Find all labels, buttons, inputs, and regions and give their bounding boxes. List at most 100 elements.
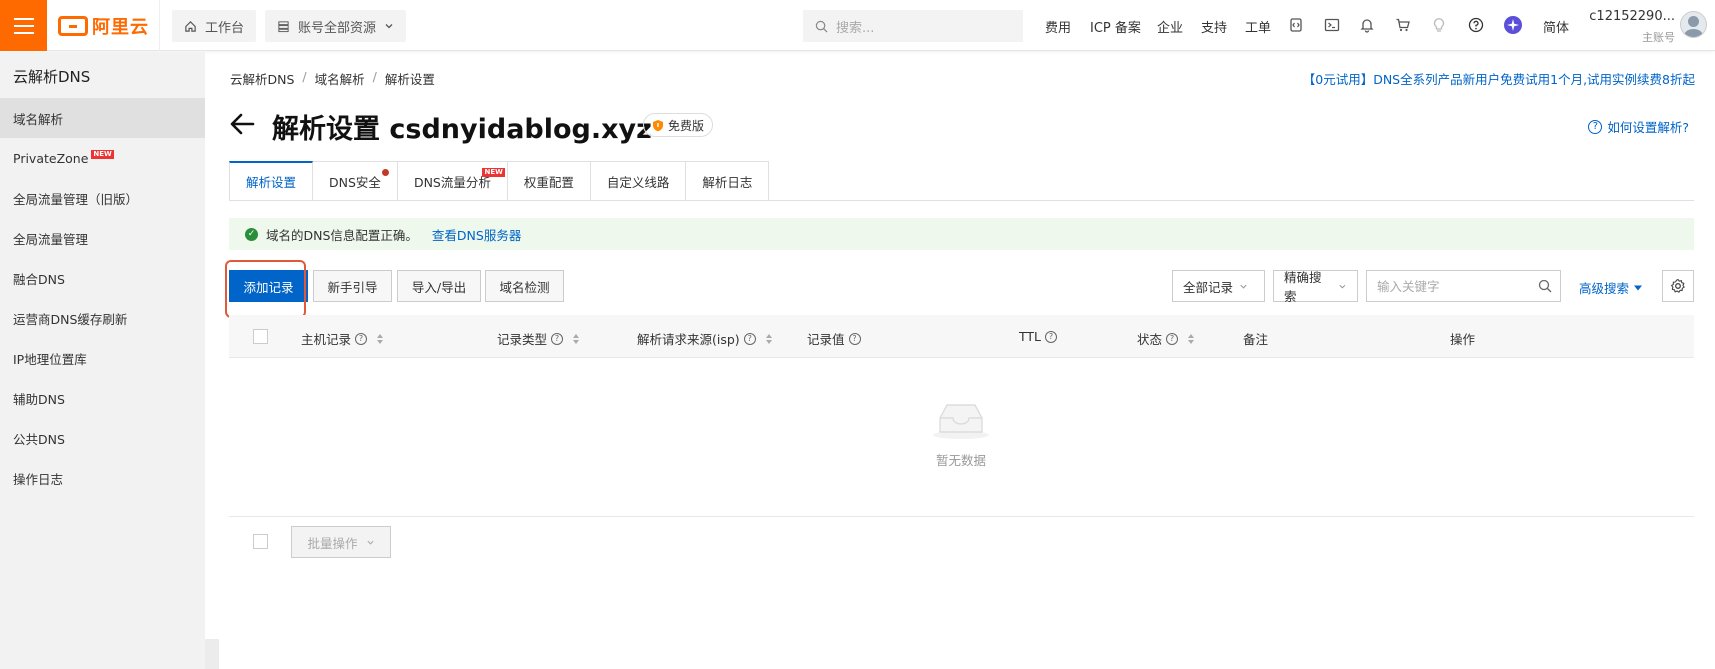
select-all-checkbox-footer[interactable] (253, 534, 268, 549)
keyword-input[interactable] (1367, 271, 1527, 301)
column-record-value: 记录值? (807, 329, 861, 348)
sidebar-item-domain-resolution[interactable]: 域名解析 (0, 98, 205, 138)
column-host-record[interactable]: 主机记录? (301, 329, 384, 348)
breadcrumb-item-current: 解析设置 (384, 72, 435, 87)
sort-icon[interactable] (765, 333, 772, 344)
add-record-button[interactable]: 添加记录 (229, 270, 308, 302)
divider (159, 0, 160, 51)
beginner-guide-button[interactable]: 新手引导 (313, 270, 392, 302)
sort-icon[interactable] (573, 333, 580, 344)
help-icon[interactable] (1466, 15, 1486, 35)
column-remark: 备注 (1243, 332, 1269, 347)
global-search-input[interactable]: 搜索... (803, 10, 1023, 42)
advanced-search-toggle[interactable]: 高级搜索 (1579, 278, 1643, 297)
batch-operation-button[interactable]: 批量操作 (291, 526, 391, 558)
lightbulb-icon[interactable] (1429, 15, 1449, 35)
breadcrumb-item-domain[interactable]: 域名解析 (315, 69, 365, 88)
search-mode-select[interactable]: 精确搜索 (1273, 270, 1358, 304)
tab-dns-traffic-analysis[interactable]: DNS流量分析 NEW (397, 161, 508, 201)
sidebar-item-fusion-dns[interactable]: 融合DNS (0, 258, 205, 298)
help-icon: ? (1045, 330, 1058, 343)
chevron-down-icon (1339, 284, 1346, 289)
user-role: 主账号 (1642, 31, 1675, 44)
code-icon[interactable] (1286, 15, 1306, 35)
chevron-down-icon (1240, 284, 1247, 289)
empty-text: 暂无数据 (935, 453, 986, 468)
new-badge: NEW (482, 168, 505, 177)
column-status[interactable]: 状态? (1137, 329, 1195, 348)
keyword-search-field (1366, 270, 1561, 302)
language-switch[interactable]: 简体 (1543, 17, 1569, 36)
view-dns-servers-link[interactable]: 查看DNS服务器 (432, 225, 521, 244)
sidebar: 云解析DNS 域名解析 PrivateZone NEW 全局流量管理（旧版） 全局… (0, 52, 205, 669)
notification-dot (381, 169, 389, 176)
back-arrow-icon[interactable] (228, 110, 256, 138)
tab-custom-lines[interactable]: 自定义线路 (590, 161, 687, 201)
sidebar-item-gtm[interactable]: 全局流量管理 (0, 218, 205, 258)
page-title: 解析设置 csdnyidablog.xyz (272, 114, 652, 145)
divider (229, 200, 1694, 201)
column-request-source[interactable]: 解析请求来源(isp)? (637, 329, 772, 348)
divider (229, 516, 1694, 517)
new-badge: NEW (91, 149, 114, 159)
select-all-checkbox[interactable] (253, 329, 268, 344)
question-icon: ? (1588, 119, 1603, 134)
bell-icon[interactable] (1357, 15, 1377, 35)
record-filter-select[interactable]: 全部记录 (1172, 270, 1265, 302)
column-record-type[interactable]: 记录类型? (497, 329, 580, 348)
sidebar-collapse-handle[interactable] (205, 639, 219, 669)
help-setup-link[interactable]: ? 如何设置解析? (1588, 117, 1689, 136)
sidebar-item-isp-cache-refresh[interactable]: 运营商DNS缓存刷新 (0, 298, 205, 338)
home-icon (185, 20, 196, 32)
search-icon[interactable] (1538, 279, 1552, 293)
tab-resolution-settings[interactable]: 解析设置 (229, 161, 314, 201)
promo-link[interactable]: 【0元试用】DNS全系列产品新用户免费试用1个月,试用实例续费8折起 (1303, 69, 1695, 88)
help-icon: ? (355, 332, 368, 345)
caret-down-icon (1634, 285, 1643, 290)
user-id: c12152290... (1589, 9, 1675, 24)
empty-state: 暂无数据 (900, 400, 1022, 469)
aliyun-logo[interactable]: 阿里云 (58, 13, 149, 39)
breadcrumb-item-dns[interactable]: 云解析DNS (230, 69, 294, 88)
tab-dns-security[interactable]: DNS安全 (313, 161, 398, 201)
sidebar-item-public-dns[interactable]: 公共DNS (0, 418, 205, 458)
cart-icon[interactable] (1393, 15, 1413, 35)
sort-icon[interactable] (377, 333, 384, 344)
avatar[interactable] (1680, 11, 1707, 38)
shield-icon (653, 119, 663, 131)
user-account[interactable]: c12152290... 主账号 (1585, 9, 1675, 44)
sidebar-item-ip-geolocation[interactable]: IP地理位置库 (0, 338, 205, 378)
icp-link[interactable]: ICP 备案 (1090, 17, 1141, 36)
resources-dropdown[interactable]: 账号全部资源 (265, 10, 407, 42)
support-link[interactable]: 支持 (1201, 17, 1227, 36)
sidebar-item-gtm-legacy[interactable]: 全局流量管理（旧版） (0, 178, 205, 218)
list-icon (278, 20, 289, 32)
column-ttl: TTL? (1019, 329, 1058, 344)
ticket-link[interactable]: 工单 (1245, 17, 1271, 36)
sidebar-title: 云解析DNS (13, 68, 91, 86)
help-icon: ? (743, 332, 756, 345)
help-icon: ? (551, 332, 564, 345)
sidebar-item-operation-log[interactable]: 操作日志 (0, 458, 205, 498)
tab-resolution-log[interactable]: 解析日志 (686, 161, 770, 201)
terminal-icon[interactable] (1322, 15, 1342, 35)
table-settings-button[interactable] (1662, 270, 1694, 302)
chevron-down-icon (366, 540, 374, 545)
domain-check-button[interactable]: 域名检测 (485, 270, 564, 302)
check-circle-icon: ✓ (245, 227, 258, 241)
empty-box-icon (933, 404, 989, 439)
sidebar-item-secondary-dns[interactable]: 辅助DNS (0, 378, 205, 418)
enterprise-link[interactable]: 企业 (1157, 17, 1183, 36)
logo-mark-icon (58, 16, 88, 36)
workbench-button[interactable]: 工作台 (172, 10, 257, 42)
search-icon (815, 20, 828, 32)
menu-icon[interactable] (0, 0, 47, 51)
tab-weight-config[interactable]: 权重配置 (507, 161, 591, 201)
edition-badge: 免费版 (643, 113, 714, 137)
import-export-button[interactable]: 导入/导出 (397, 270, 481, 302)
gear-icon (1671, 278, 1685, 293)
sort-icon[interactable] (1188, 333, 1195, 344)
billing-link[interactable]: 费用 (1045, 17, 1071, 36)
sidebar-item-privatezone[interactable]: PrivateZone NEW (0, 138, 205, 178)
ai-assistant-icon[interactable] (1503, 15, 1523, 35)
